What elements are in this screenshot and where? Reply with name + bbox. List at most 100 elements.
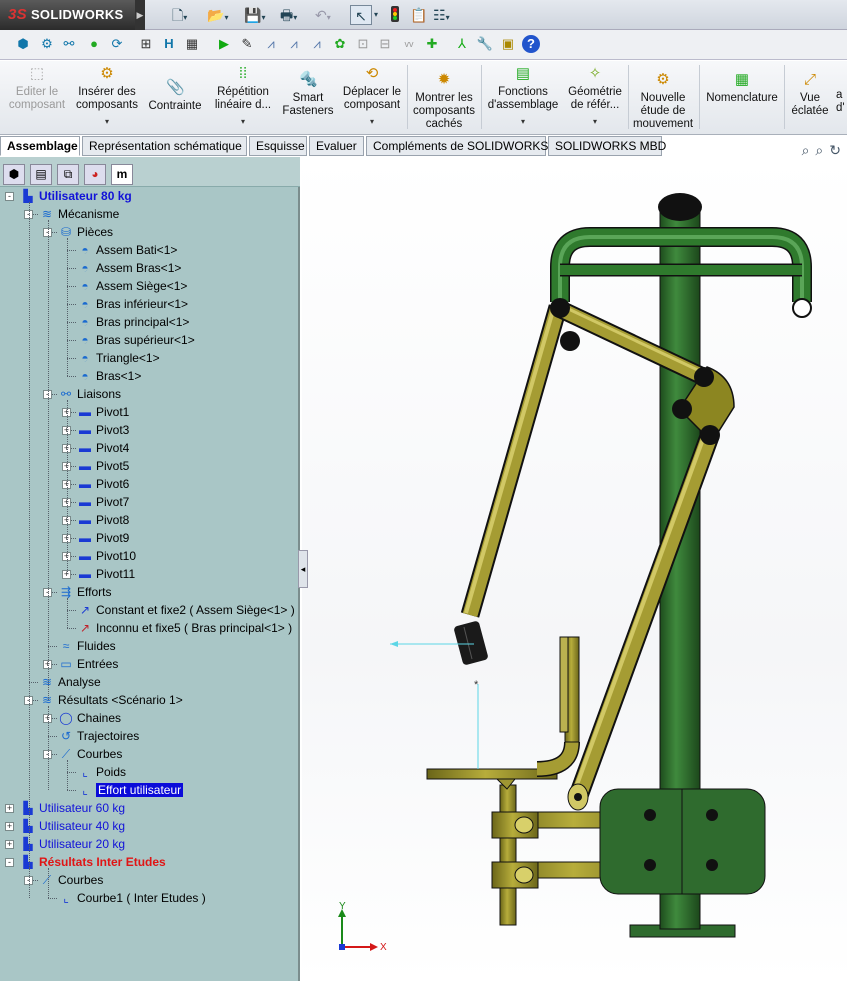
H-icon[interactable]: H xyxy=(160,35,178,53)
tree-item[interactable]: ▙ Utilisateur 20 kg xyxy=(20,835,125,853)
property-manager-tab-icon[interactable]: ▤ xyxy=(30,164,52,185)
tab-evaluate[interactable]: Evaluer xyxy=(309,136,364,156)
graph1-icon[interactable]: ⩘ xyxy=(262,35,280,53)
tree-item[interactable]: ⌞ Effort utilisateur xyxy=(77,781,184,799)
tab-schematic[interactable]: Représentation schématique xyxy=(82,136,247,156)
bill-of-materials-button[interactable]: ▦ Nomenclature xyxy=(702,71,782,105)
exploded-view-button[interactable]: ⤢ Vue éclatée xyxy=(787,71,833,118)
save-icon[interactable]: 💾▾ xyxy=(244,5,265,25)
collapse-toggle[interactable]: - xyxy=(5,858,14,867)
seat-column[interactable] xyxy=(499,784,517,926)
help-icon[interactable]: ? xyxy=(522,35,540,53)
mate-button[interactable]: 📎 Contrainte xyxy=(144,79,206,113)
tree-item[interactable]: ◓ Bras<1> xyxy=(77,367,141,385)
tree-item[interactable]: ◓ Triangle<1> xyxy=(77,349,159,367)
tree-item[interactable]: ◓ Assem Siège<1> xyxy=(77,277,187,295)
undo-icon[interactable]: ↶▾ xyxy=(315,5,331,25)
open-icon[interactable]: 📂▾ xyxy=(207,5,228,25)
pivot-marker[interactable] xyxy=(700,425,720,445)
post-cap[interactable] xyxy=(658,193,702,221)
refresh-icon[interactable]: ⟳ xyxy=(108,35,126,53)
select-icon[interactable]: ↖ xyxy=(350,5,372,25)
graph2-icon[interactable]: ⩘ xyxy=(285,35,303,53)
back-pad[interactable] xyxy=(559,636,569,733)
tree-item[interactable]: ◓ Assem Bati<1> xyxy=(77,241,177,259)
tree-item[interactable]: ↗ Constant et fixe2 ( Assem Siège<1> ) xyxy=(77,601,295,619)
wrench-icon[interactable]: 🔧 xyxy=(476,35,494,53)
tree-item[interactable]: ▙ Utilisateur 80 kg xyxy=(20,187,131,205)
stack-icon[interactable]: ✚ xyxy=(423,35,441,53)
tree-item[interactable]: ▙ Résultats Inter Etudes xyxy=(20,853,165,871)
handle-end[interactable] xyxy=(792,298,812,318)
tree-item[interactable]: ≈ Fluides xyxy=(58,637,116,655)
hand-grip[interactable] xyxy=(453,620,488,665)
graph3-icon[interactable]: ⩘ xyxy=(308,35,326,53)
film-icon[interactable]: ⊡ xyxy=(354,35,372,53)
3d-model-view[interactable]: * Y X xyxy=(302,157,847,981)
tree-item[interactable]: ⌞ Courbe1 ( Inter Etudes ) xyxy=(58,889,206,907)
expand-toggle[interactable]: + xyxy=(5,822,14,831)
pencil-icon[interactable]: ✎ xyxy=(238,35,256,53)
pivot-marker[interactable] xyxy=(672,399,692,419)
tab-sketch[interactable]: Esquisse xyxy=(249,136,307,156)
tree-item[interactable]: ◓ Bras principal<1> xyxy=(77,313,189,331)
insert-components-button[interactable]: ⚙ Insérer des composants ▾ xyxy=(72,65,142,128)
tree-item[interactable]: ◓ Bras inférieur<1> xyxy=(77,295,188,313)
tree-item[interactable]: ≋ Mécanisme xyxy=(39,205,119,223)
linear-pattern-button[interactable]: ⁞⁞ Répétition linéaire d... ▾ xyxy=(208,65,278,128)
tree-item[interactable]: ▬ Pivot1 xyxy=(77,403,129,421)
tree-item[interactable]: ▬ Pivot4 xyxy=(77,439,129,457)
tree-item[interactable]: ▬ Pivot9 xyxy=(77,529,129,547)
feature-tree-tab-icon[interactable]: ⬢ xyxy=(3,164,25,185)
tree-item[interactable]: ↗ Inconnu et fixe5 ( Bras principal<1> ) xyxy=(77,619,292,637)
tree-icon[interactable]: ⚙ xyxy=(38,35,56,53)
zoom-to-fit-icon[interactable]: ⌕ xyxy=(802,142,810,158)
print-icon[interactable]: 🖶▾ xyxy=(280,5,297,25)
tree-item[interactable]: ⌞ Poids xyxy=(77,763,126,781)
new-motion-study-button[interactable]: ⚙ Nouvelle étude de mouvement xyxy=(630,71,696,131)
expand-toggle[interactable]: + xyxy=(5,840,14,849)
reference-geometry-button[interactable]: ✧ Géométrie de référ... ▾ xyxy=(564,65,626,128)
monitor-icon[interactable]: ▣ xyxy=(499,35,517,53)
tree-item[interactable]: ▬ Pivot11 xyxy=(77,565,135,583)
zoom-area-icon[interactable]: ⌕ xyxy=(815,142,823,158)
previous-view-icon[interactable]: ↻ xyxy=(829,142,841,158)
show-hidden-components-button[interactable]: ✹ Montrer les composants cachés xyxy=(410,71,478,131)
expand-toggle[interactable]: + xyxy=(5,804,14,813)
pivot-marker[interactable] xyxy=(550,298,570,318)
link-icon[interactable]: ⚯ xyxy=(60,35,78,53)
appearance-tab-icon[interactable]: ◕ xyxy=(84,164,106,185)
tree-item[interactable]: ▙ Utilisateur 60 kg xyxy=(20,799,125,817)
tree-item[interactable]: ▬ Pivot6 xyxy=(77,475,129,493)
grid-icon[interactable]: ⊞ xyxy=(137,35,155,53)
solidworks-logo[interactable]: 3S SOLIDWORKS xyxy=(0,0,135,30)
tab-addins[interactable]: Compléments de SOLIDWORKS xyxy=(366,136,548,156)
pivot-marker[interactable] xyxy=(560,331,580,351)
meca3d-tab-icon[interactable]: m xyxy=(111,164,133,185)
pivot-marker[interactable] xyxy=(694,367,714,387)
cube-icon[interactable]: ⬢ xyxy=(14,35,32,53)
select-dropdown-icon[interactable]: ▾ xyxy=(374,5,378,25)
panel-collapse-handle[interactable]: ◂ xyxy=(298,550,308,588)
axis-icon[interactable]: ⅄ xyxy=(453,35,471,53)
tab-mbd[interactable]: SOLIDWORKS MBD xyxy=(548,136,666,156)
calculator-icon[interactable]: ▦ xyxy=(183,35,201,53)
tree-item[interactable]: ▙ Utilisateur 40 kg xyxy=(20,817,125,835)
file-properties-icon[interactable]: 📋 xyxy=(410,5,427,25)
collapse-toggle[interactable]: - xyxy=(5,192,14,201)
tree-item[interactable]: ≋ Résultats <Scénario 1> xyxy=(39,691,183,709)
tree-item[interactable]: ↺ Trajectoires xyxy=(58,727,139,745)
tree-item[interactable]: ▭ Entrées xyxy=(58,655,118,673)
tree-item[interactable]: ▬ Pivot5 xyxy=(77,457,129,475)
smart-fasteners-button[interactable]: 🔩 Smart Fasteners xyxy=(280,71,336,118)
edit-component-button[interactable]: ⬚ Editer le composant xyxy=(6,65,68,112)
menu-expand-icon[interactable]: ▶ xyxy=(135,0,145,30)
tree-item[interactable]: ▬ Pivot3 xyxy=(77,421,129,439)
new-document-icon[interactable]: 🗋▾ xyxy=(172,5,187,25)
frames-icon[interactable]: ⊟ xyxy=(376,35,394,53)
rebuild-icon[interactable] xyxy=(390,5,400,25)
tab-assemblage[interactable]: Assemblage xyxy=(0,136,80,156)
gear-icon[interactable]: ✿ xyxy=(331,35,349,53)
tree-item[interactable]: ◓ Assem Bras<1> xyxy=(77,259,181,277)
vv-icon[interactable]: vv xyxy=(400,35,418,53)
